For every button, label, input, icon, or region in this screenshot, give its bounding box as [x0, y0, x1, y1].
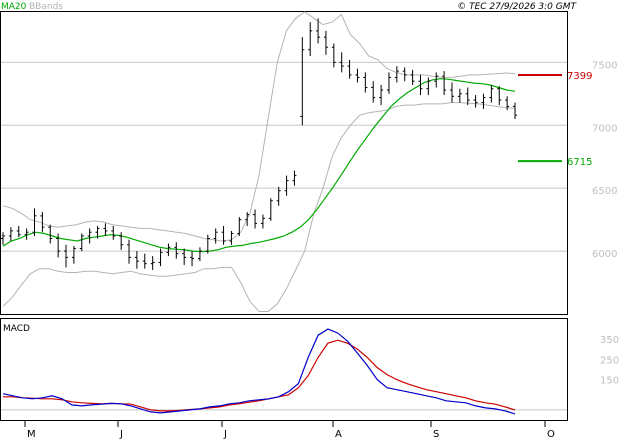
month-label: S [433, 429, 439, 440]
ma20-legend: MA20 [1, 2, 27, 12]
resistance-label: 7399 [567, 71, 592, 82]
macd-tick-label: 250 [600, 355, 619, 366]
month-label: J [119, 429, 123, 440]
support-label: 6715 [567, 157, 592, 168]
price-panel [0, 11, 568, 315]
month-label: J [223, 429, 227, 440]
bbands-legend: BBands [29, 2, 63, 12]
price-tick-label: 7000 [592, 123, 617, 134]
price-tick-label: 6500 [592, 186, 617, 197]
price-tick-label: 6000 [592, 249, 617, 260]
macd-tick-label: 350 [600, 335, 619, 346]
price-tick-label: 7500 [592, 60, 617, 71]
macd-title: MACD [3, 324, 30, 334]
month-label: M [27, 429, 36, 440]
copyright-text: © TEC 27/9/2026 3:0 GMT [457, 2, 577, 12]
stock-chart: 6000 6500 7000 7500 7399 6715 150 250 350 M J J A… [0, 2, 619, 440]
x-axis: MJJASO [24, 421, 555, 440]
month-label: O [547, 429, 555, 440]
month-label: A [335, 429, 342, 440]
macd-tick-label: 150 [600, 376, 619, 387]
